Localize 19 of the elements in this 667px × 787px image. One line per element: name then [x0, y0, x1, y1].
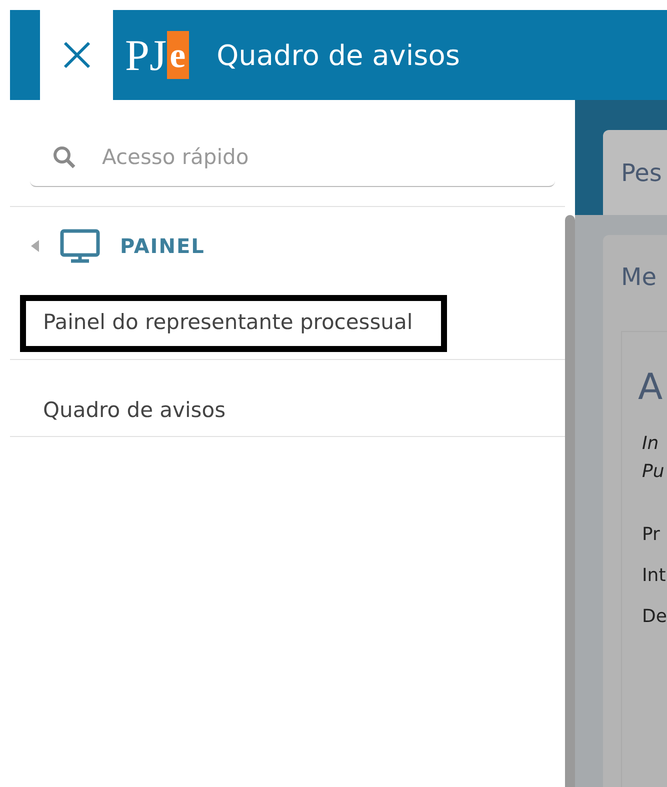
- monitor-icon: [60, 229, 100, 263]
- menu-item[interactable]: Painel do representante processual: [20, 295, 447, 352]
- search-field[interactable]: Acesso rápido: [100, 144, 555, 170]
- page-title: Quadro de avisos: [216, 38, 460, 72]
- notice-text: De: [642, 606, 667, 627]
- card-text: Pes: [621, 158, 662, 186]
- notice-text: Pu: [642, 460, 666, 484]
- notice-text: In: [642, 432, 660, 456]
- close-icon: [62, 40, 92, 70]
- scrollbar[interactable]: [565, 215, 575, 787]
- logo: PJe: [125, 30, 189, 80]
- card-title: Me: [621, 263, 658, 291]
- notice-heading: A: [638, 367, 664, 408]
- notice-text: Pr: [642, 524, 661, 545]
- notice-text: Int: [642, 565, 667, 586]
- caret-icon: [30, 239, 40, 253]
- section-header[interactable]: PAINEL: [10, 206, 565, 283]
- menu-item[interactable]: Quadro de avisos: [20, 372, 260, 440]
- search-icon: [52, 145, 76, 169]
